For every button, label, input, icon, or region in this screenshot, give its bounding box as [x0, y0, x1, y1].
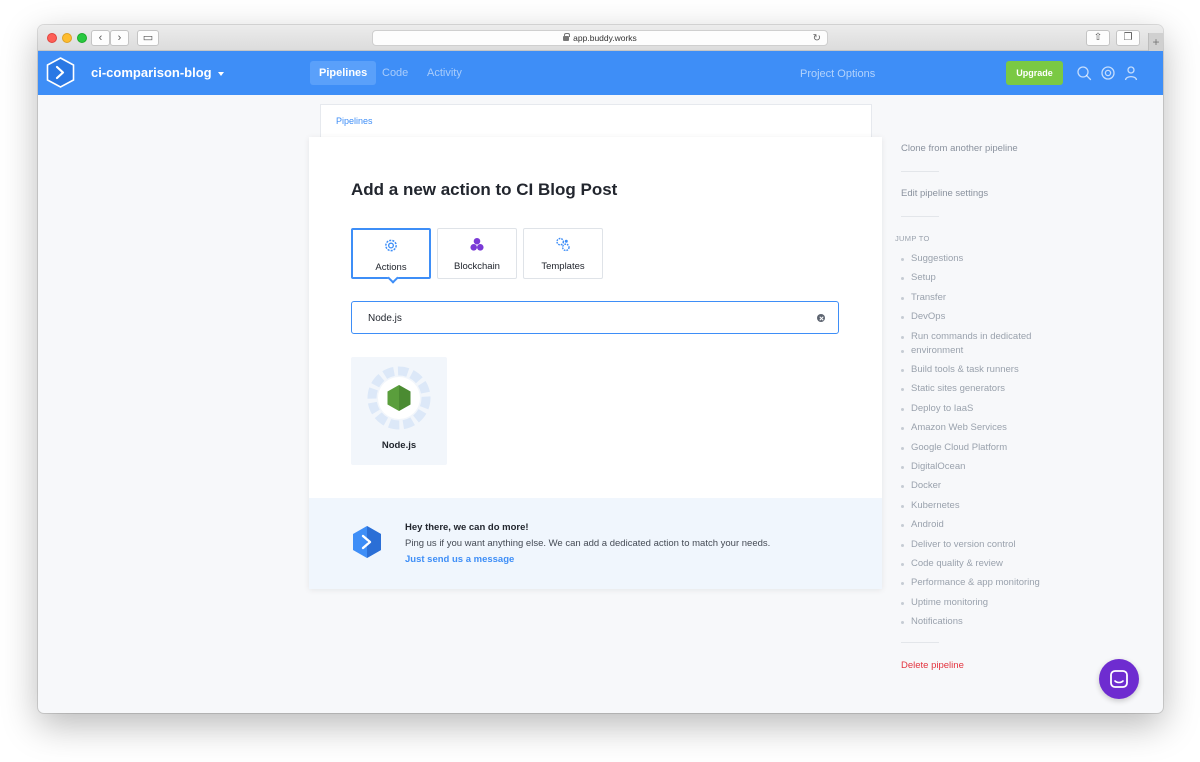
- jump-item-suggestions[interactable]: Suggestions: [900, 252, 963, 266]
- user-icon[interactable]: [1123, 65, 1139, 81]
- active-tab-pointer: [387, 272, 399, 284]
- jump-item-notifications[interactable]: Notifications: [901, 615, 963, 629]
- jump-item-setup[interactable]: Setup: [901, 271, 936, 285]
- chat-icon: [1110, 670, 1128, 688]
- divider: [901, 216, 939, 217]
- share-icon[interactable]: ⇧: [1086, 30, 1110, 46]
- divider: [901, 642, 939, 643]
- edit-pipeline-settings-link[interactable]: Edit pipeline settings: [901, 188, 988, 199]
- url-text: app.buddy.works: [573, 33, 637, 43]
- tab-activity[interactable]: Activity: [418, 61, 471, 85]
- project-options-link[interactable]: Project Options: [800, 68, 875, 80]
- jump-item-static-sites[interactable]: Static sites generators: [901, 382, 1005, 396]
- tab-pipelines[interactable]: Pipelines: [310, 61, 377, 85]
- tab-blockchain[interactable]: Blockchain: [437, 228, 517, 279]
- project-name: ci-comparison-blog: [91, 65, 212, 80]
- tab-actions[interactable]: Actions: [351, 228, 431, 284]
- reload-icon[interactable]: ↻: [813, 31, 821, 46]
- help-banner: Hey there, we can do more! Ping us if yo…: [309, 498, 882, 589]
- divider: [901, 171, 939, 172]
- upgrade-button[interactable]: Upgrade: [1006, 61, 1063, 85]
- chat-launcher-button[interactable]: [1099, 659, 1139, 699]
- templates-icon: [556, 237, 570, 252]
- zoom-window-button[interactable]: [77, 33, 87, 43]
- jump-item-version-control[interactable]: Deliver to version control: [901, 538, 1016, 552]
- buddy-logo-icon[interactable]: [46, 57, 75, 88]
- address-bar[interactable]: app.buddy.works ↻: [372, 30, 828, 46]
- jump-item-kubernetes[interactable]: Kubernetes: [901, 499, 960, 513]
- new-tab-button[interactable]: +: [1148, 33, 1163, 51]
- action-search: [351, 301, 839, 334]
- clear-search-icon[interactable]: [817, 314, 825, 322]
- jump-item-performance[interactable]: Performance & app monitoring: [901, 576, 1040, 590]
- jump-item-deploy-iaas[interactable]: Deploy to IaaS: [900, 402, 973, 416]
- jump-item-gcp[interactable]: Google Cloud Platform: [900, 441, 1007, 455]
- browser-toolbar: ‹ › ▭ app.buddy.works ↻ ⇧ ❐ +: [38, 25, 1163, 51]
- jump-item-run-commands-cont[interactable]: environment: [900, 344, 963, 358]
- project-switcher[interactable]: ci-comparison-blog: [91, 65, 224, 80]
- close-window-button[interactable]: [47, 33, 57, 43]
- jump-item-uptime[interactable]: Uptime monitoring: [900, 596, 988, 610]
- buddy-logo-icon: [353, 526, 381, 558]
- minimize-window-button[interactable]: [62, 33, 72, 43]
- jump-item-docker[interactable]: Docker: [900, 479, 941, 493]
- browser-window: ‹ › ▭ app.buddy.works ↻ ⇧ ❐ + ci-compari…: [38, 25, 1163, 713]
- sidebar-toggle-icon[interactable]: ▭: [137, 30, 159, 46]
- send-message-link[interactable]: Just send us a message: [405, 554, 514, 565]
- page-title: Add a new action to CI Blog Post: [351, 180, 618, 199]
- breadcrumb-pipelines-link[interactable]: Pipelines: [336, 116, 373, 126]
- action-search-input[interactable]: [368, 309, 808, 327]
- jump-item-digitalocean[interactable]: DigitalOcean: [900, 460, 965, 474]
- jump-item-aws[interactable]: Amazon Web Services: [901, 421, 1007, 435]
- nodejs-icon: [367, 366, 431, 430]
- action-tile-nodejs[interactable]: Node.js: [351, 357, 447, 465]
- tab-blockchain-label: Blockchain: [454, 261, 500, 272]
- tab-templates[interactable]: Templates: [523, 228, 603, 279]
- help-icon[interactable]: [1100, 65, 1116, 81]
- chevron-down-icon: [217, 71, 224, 76]
- jump-item-transfer[interactable]: Transfer: [900, 291, 946, 305]
- gear-icon: [385, 239, 397, 252]
- delete-pipeline-link[interactable]: Delete pipeline: [901, 660, 964, 671]
- breadcrumb: Pipelines: [320, 104, 872, 138]
- forward-button[interactable]: ›: [110, 30, 129, 46]
- jump-to-label: JUMP TO: [895, 234, 930, 243]
- tab-templates-label: Templates: [541, 261, 585, 272]
- jump-item-android[interactable]: Android: [901, 518, 944, 532]
- jump-item-code-quality[interactable]: Code quality & review: [901, 557, 1003, 571]
- tab-code[interactable]: Code: [373, 61, 417, 85]
- help-text: Ping us if you want anything else. We ca…: [405, 538, 771, 549]
- app-header: ci-comparison-blog Pipelines Code Activi…: [38, 51, 1163, 95]
- tab-actions-label: Actions: [375, 262, 407, 273]
- lock-icon: [563, 33, 571, 41]
- tabs-overview-icon[interactable]: ❐: [1116, 30, 1140, 46]
- action-tile-label: Node.js: [381, 440, 417, 451]
- clone-pipeline-link[interactable]: Clone from another pipeline: [901, 143, 1018, 154]
- jump-item-devops[interactable]: DevOps: [900, 310, 945, 324]
- blockchain-icon: [470, 237, 484, 251]
- search-icon[interactable]: [1076, 65, 1092, 81]
- add-action-panel: Add a new action to CI Blog Post Actions…: [309, 137, 882, 589]
- jump-item-run-commands[interactable]: Run commands in dedicated: [900, 330, 1031, 344]
- back-button[interactable]: ‹: [91, 30, 110, 46]
- jump-item-build-tools[interactable]: Build tools & task runners: [901, 363, 1019, 377]
- help-title: Hey there, we can do more!: [405, 522, 529, 533]
